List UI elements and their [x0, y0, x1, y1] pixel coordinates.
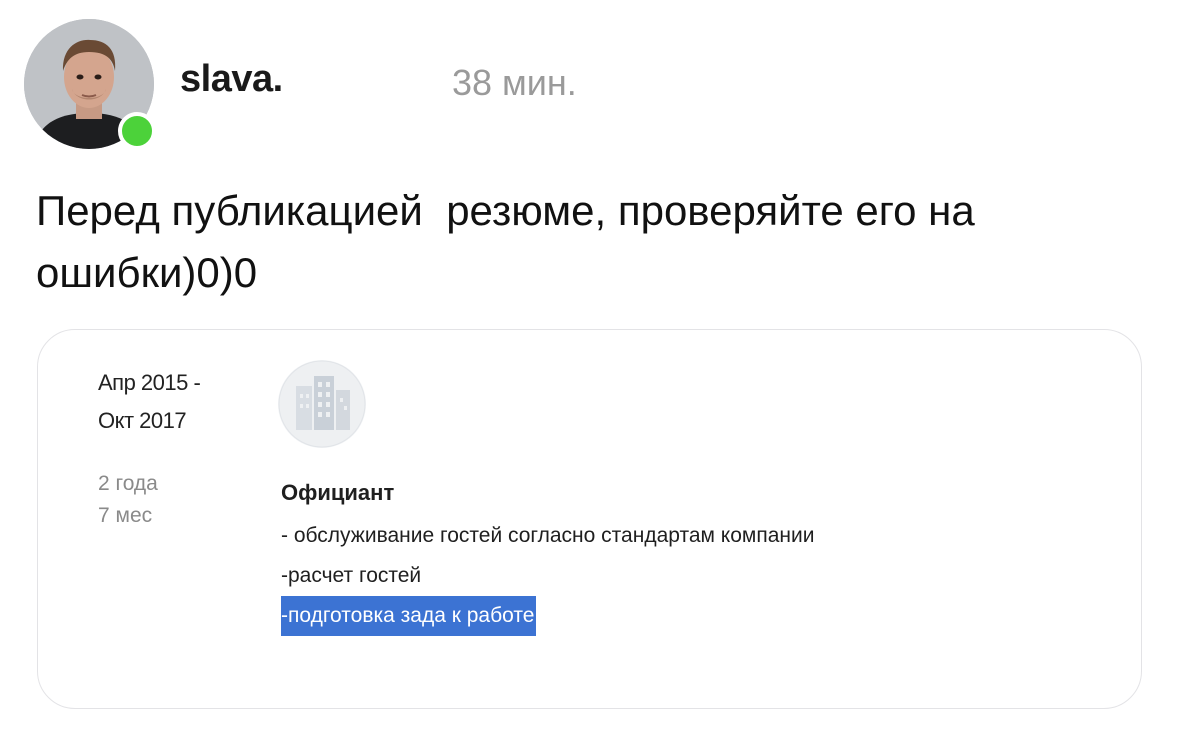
date-end: Окт 2017	[98, 408, 187, 433]
duty-item: - обслуживание гостей согласно стандарта…	[281, 524, 815, 547]
job-details: Официант - обслуживание гостей согласно …	[281, 480, 814, 636]
building-icon	[278, 360, 366, 448]
attached-image[interactable]: Апр 2015 - Окт 2017 2 года 7 мес Официан…	[37, 329, 1142, 709]
duration-months: 7 мес	[98, 504, 153, 527]
online-status-indicator	[118, 112, 156, 150]
author-name[interactable]: slava.	[180, 58, 283, 101]
employment-duration: 2 года 7 мес	[98, 468, 158, 532]
company-logo	[278, 360, 366, 448]
post-timestamp: 38 мин.	[452, 62, 577, 103]
duration-years: 2 года	[98, 472, 158, 495]
post-text: Перед публикацией резюме, проверяйте его…	[36, 187, 975, 296]
duty-item: -расчет гостей	[281, 564, 422, 587]
duty-item-highlighted: -подготовка зада к работе	[281, 596, 814, 636]
date-start: Апр 2015 -	[98, 370, 201, 395]
selected-text: -подготовка зада к работе	[281, 596, 537, 636]
employment-dates: Апр 2015 - Окт 2017	[98, 364, 201, 440]
job-title: Официант	[281, 480, 395, 505]
